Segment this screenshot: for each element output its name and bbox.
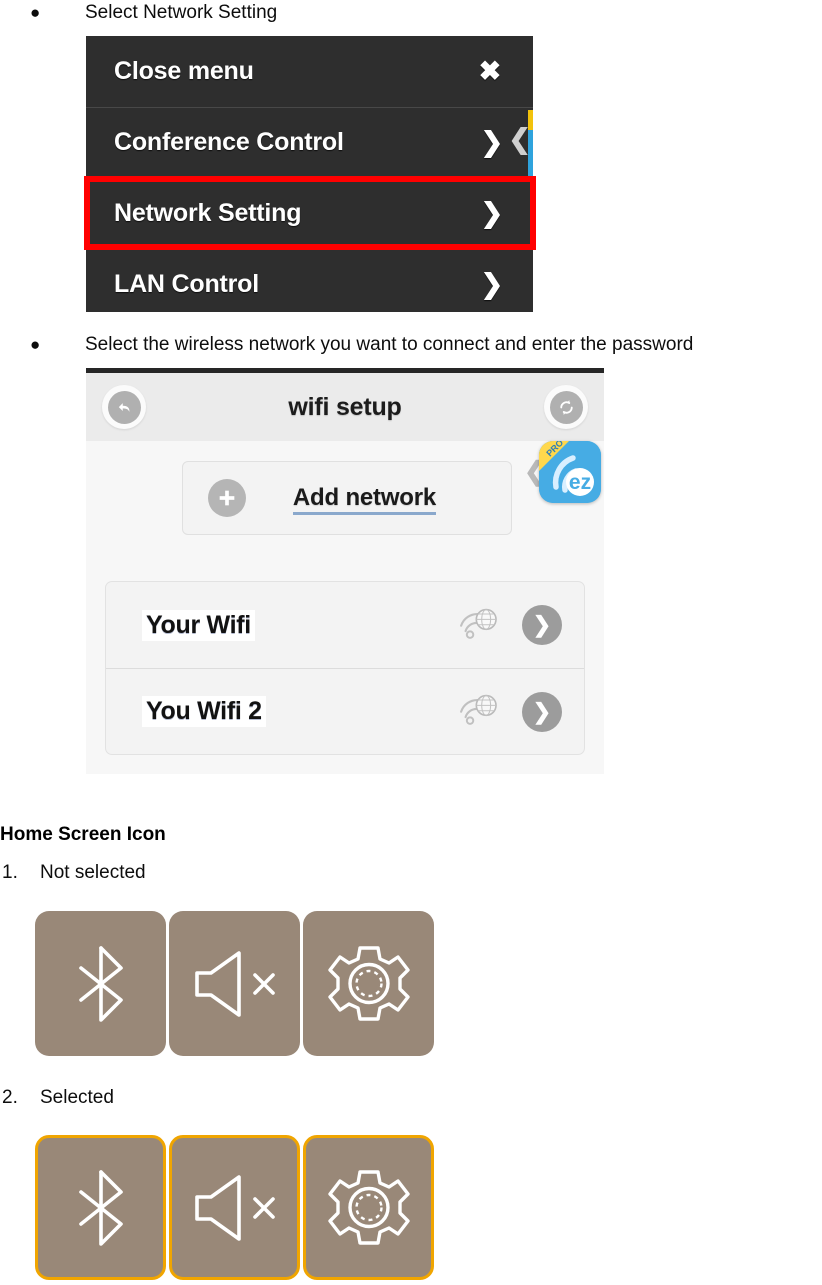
- menu-item-lan-control[interactable]: LAN Control ❯: [86, 249, 533, 312]
- wifi-network-go-button[interactable]: ❯: [522, 691, 562, 732]
- wifi-setup-header: wifi setup: [86, 373, 604, 441]
- menu-item-lan-control-label: LAN Control: [114, 270, 259, 298]
- menu-item-close-menu[interactable]: Close menu ✖: [86, 36, 533, 107]
- add-network-button[interactable]: Add network: [182, 461, 512, 535]
- home-tile-settings-selected[interactable]: [303, 1135, 434, 1280]
- list-number: 2.: [2, 1087, 18, 1108]
- home-tile-mute[interactable]: [169, 911, 300, 1056]
- chevron-right-icon[interactable]: ❯: [481, 129, 504, 156]
- wifi-network-list: Your Wifi ❯ You Wifi 2 ❯: [105, 581, 585, 755]
- wifi-network-row[interactable]: You Wifi 2 ❯: [106, 668, 584, 754]
- yellow-edge-sliver: [528, 110, 533, 130]
- back-button[interactable]: [102, 385, 146, 429]
- home-screen-group-1-line: 1. Not selected: [0, 860, 500, 886]
- plus-icon: [208, 479, 246, 517]
- add-network-label-wrap: Add network: [246, 484, 511, 515]
- home-tile-bluetooth[interactable]: [35, 911, 166, 1056]
- chevron-right-icon[interactable]: ❯: [481, 200, 504, 227]
- wifi-setup-panel: wifi setup Add network Your Wifi ❯ You W…: [86, 368, 604, 774]
- step-1-text: Select Network Setting: [85, 2, 278, 23]
- wifi-signal-globe-icon: [458, 606, 500, 645]
- back-arrow-icon: [107, 390, 141, 424]
- ezcast-pro-app-icon[interactable]: PRO ez: [539, 441, 601, 503]
- wifi-network-row[interactable]: Your Wifi ❯: [106, 582, 584, 668]
- step-2-text: Select the wireless network you want to …: [85, 334, 694, 355]
- bullet-dot-icon: ●: [30, 3, 41, 22]
- selected-tile-row: [35, 1135, 434, 1280]
- bullet-dot-icon: ●: [30, 335, 41, 354]
- menu-item-network-setting-label: Network Setting: [114, 199, 302, 227]
- wifi-network-go-button[interactable]: ❯: [522, 605, 562, 645]
- menu-item-network-setting[interactable]: Network Setting ❯: [86, 178, 533, 249]
- menu-item-conference-control[interactable]: Conference Control ❯: [86, 107, 533, 178]
- wifi-network-name: Your Wifi: [142, 609, 255, 641]
- menu-item-conference-control-label: Conference Control: [114, 128, 344, 156]
- home-screen-group-2-label: Selected: [40, 1087, 114, 1108]
- device-menu-panel: Close menu ✖ Conference Control ❯ Networ…: [86, 36, 533, 312]
- add-network-label: Add network: [292, 484, 436, 515]
- list-number: 1.: [2, 862, 18, 883]
- chevron-right-icon[interactable]: ❯: [481, 271, 504, 298]
- refresh-button[interactable]: [544, 385, 588, 429]
- not-selected-tile-row: [35, 911, 434, 1056]
- menu-item-close-menu-label: Close menu: [114, 57, 254, 85]
- refresh-icon: [549, 390, 583, 424]
- step-2-bullet-line: ● Select the wireless network you want t…: [0, 332, 822, 358]
- home-screen-group-2-line: 2. Selected: [0, 1085, 500, 1111]
- wifi-setup-title: wifi setup: [288, 392, 402, 421]
- home-screen-icon-heading: Home Screen Icon: [0, 824, 166, 845]
- close-icon[interactable]: ✖: [479, 58, 502, 85]
- svg-text:ez: ez: [569, 471, 591, 494]
- home-tile-mute-selected[interactable]: [169, 1135, 300, 1280]
- wifi-signal-globe-icon: [458, 692, 500, 731]
- step-1-bullet-line: ● Select Network Setting: [0, 0, 822, 26]
- blue-edge-sliver: [528, 130, 533, 176]
- home-tile-bluetooth-selected[interactable]: [35, 1135, 166, 1280]
- home-tile-settings[interactable]: [303, 911, 434, 1056]
- wifi-network-name: You Wifi 2: [142, 696, 266, 727]
- home-screen-group-1-label: Not selected: [40, 862, 146, 883]
